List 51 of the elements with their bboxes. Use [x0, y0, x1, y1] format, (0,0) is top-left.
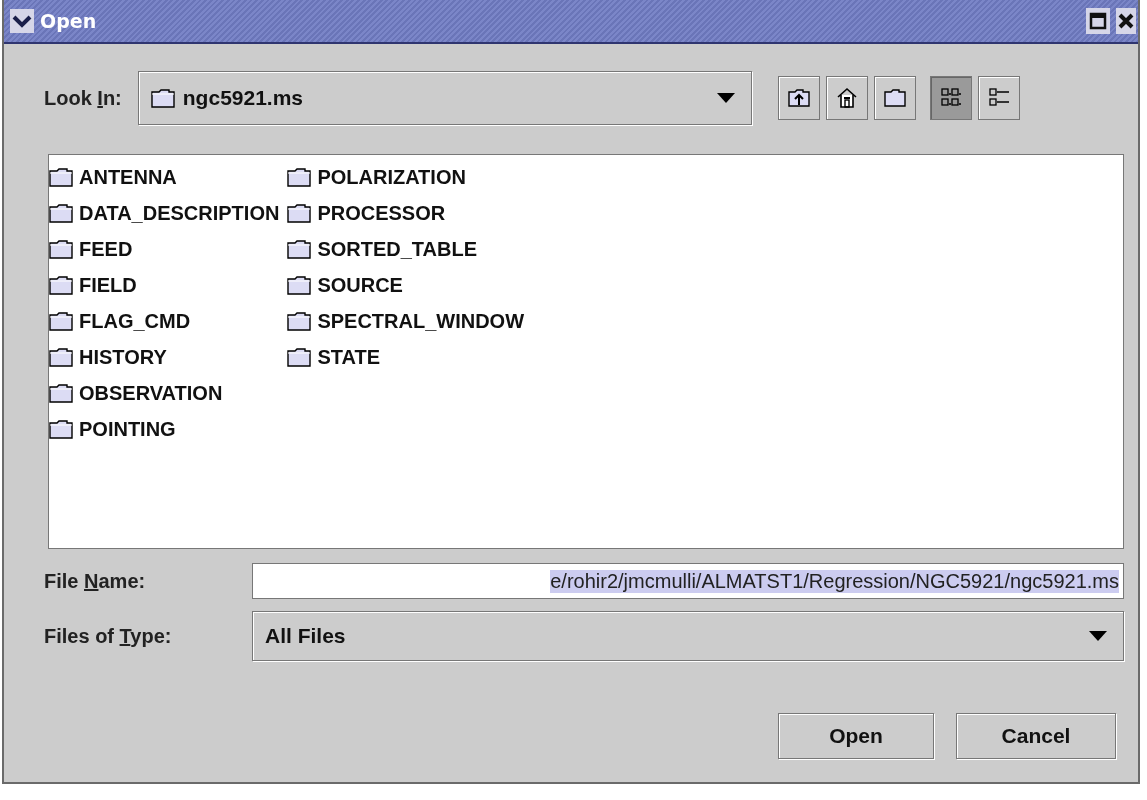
file-list-item[interactable]: FIELD: [79, 273, 137, 297]
folder-icon: [287, 346, 312, 368]
file-type-dropdown[interactable]: All Files: [252, 611, 1124, 661]
file-list-item[interactable]: POLARIZATION: [317, 165, 466, 189]
folder-icon: [882, 86, 907, 110]
dropdown-arrow-icon: [1089, 631, 1107, 641]
file-list-item[interactable]: PROCESSOR: [317, 201, 446, 225]
folder-icon: [287, 166, 312, 188]
file-list-item[interactable]: FEED: [79, 237, 133, 261]
folder-icon: [49, 274, 73, 296]
folder-icon: [49, 238, 73, 260]
toolbar-button[interactable]: [929, 76, 972, 120]
file-name-field[interactable]: e/rohir2/jmcmulli/ALMATST1/Regression/NGC5921/ngc5921.ms: [252, 563, 1124, 599]
file-list-item[interactable]: POINTING: [79, 417, 176, 441]
field-label: File Name:: [44, 569, 147, 593]
folder-icon: [49, 382, 73, 404]
folder-icon: [287, 238, 312, 260]
folder-icon: [49, 346, 73, 368]
file-list[interactable]: ANTENNA DATA_DESCRIPTION FEED FIELD FLAG_CMD HISTORY OBSERVATION POINTING POLARIZATION PROCESSOR SORTED_TABLE SOURCE SPECTRAL_WINDOW STATE: [48, 154, 1124, 549]
window-title: Open: [40, 10, 97, 32]
look-in-dropdown[interactable]: ngc5921.ms: [137, 71, 752, 125]
folder-icon: [49, 310, 73, 332]
file-list-item[interactable]: ANTENNA: [79, 165, 177, 189]
file-list-item[interactable]: SOURCE: [317, 273, 403, 297]
file-list-item[interactable]: SORTED_TABLE: [317, 237, 478, 261]
folder-icon: [49, 166, 73, 188]
toolbar-button[interactable]: [777, 76, 820, 120]
folder-icon: [49, 418, 73, 440]
toolbar-button[interactable]: [977, 76, 1020, 120]
folder-icon: [287, 274, 312, 296]
file-list-item[interactable]: OBSERVATION: [79, 381, 223, 405]
field-label: Files of Type:: [44, 624, 173, 648]
open-button[interactable]: Open: [778, 713, 934, 759]
toolbar-button[interactable]: [873, 76, 916, 120]
close-icon[interactable]: [1116, 8, 1136, 34]
cancel-button[interactable]: Cancel: [956, 713, 1116, 759]
up-folder-icon: [786, 86, 811, 110]
dropdown-arrow-icon: [716, 93, 735, 103]
file-list-item[interactable]: STATE: [317, 345, 380, 369]
file-list-item[interactable]: FLAG_CMD: [79, 309, 191, 333]
folder-icon: [49, 202, 73, 224]
maximize-icon[interactable]: [1086, 8, 1110, 34]
field-label: Look In:: [44, 86, 122, 110]
toolbar-button[interactable]: [825, 76, 868, 120]
file-list-item[interactable]: SPECTRAL_WINDOW: [317, 309, 525, 333]
file-list-item[interactable]: DATA_DESCRIPTION: [79, 201, 280, 225]
folder-icon: [150, 87, 175, 109]
folder-icon: [287, 202, 312, 224]
folder-icon: [287, 310, 312, 332]
chevron-down-icon[interactable]: [10, 9, 34, 33]
file-list-item[interactable]: HISTORY: [79, 345, 167, 369]
